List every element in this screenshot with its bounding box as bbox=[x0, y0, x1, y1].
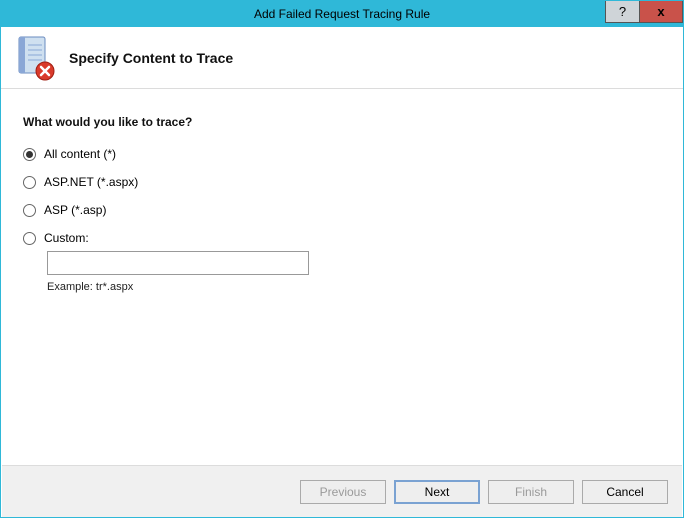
help-button[interactable]: ? bbox=[605, 1, 639, 23]
button-label: Previous bbox=[320, 485, 367, 499]
page-title: Specify Content to Trace bbox=[69, 50, 233, 66]
window-title: Add Failed Request Tracing Rule bbox=[1, 7, 683, 21]
close-button[interactable]: x bbox=[639, 1, 683, 23]
window-controls: ? x bbox=[605, 1, 683, 23]
wizard-content: What would you like to trace? All conten… bbox=[1, 89, 683, 293]
button-label: Next bbox=[425, 485, 450, 499]
button-label: Finish bbox=[515, 485, 547, 499]
next-button[interactable]: Next bbox=[394, 480, 480, 504]
titlebar: Add Failed Request Tracing Rule ? x bbox=[1, 1, 683, 27]
wizard-footer: Previous Next Finish Cancel bbox=[2, 465, 682, 517]
help-icon: ? bbox=[619, 4, 626, 19]
finish-button: Finish bbox=[488, 480, 574, 504]
radio-icon bbox=[23, 232, 36, 245]
radio-label: All content (*) bbox=[44, 147, 116, 161]
previous-button: Previous bbox=[300, 480, 386, 504]
radio-label: ASP (*.asp) bbox=[44, 203, 106, 217]
example-label: Example: tr*.aspx bbox=[47, 281, 661, 293]
radio-label: ASP.NET (*.aspx) bbox=[44, 175, 138, 189]
radio-asp[interactable]: ASP (*.asp) bbox=[23, 203, 661, 217]
close-icon: x bbox=[657, 4, 664, 19]
radio-custom[interactable]: Custom: bbox=[23, 231, 661, 245]
prompt-label: What would you like to trace? bbox=[23, 115, 661, 129]
radio-icon bbox=[23, 204, 36, 217]
radio-aspnet[interactable]: ASP.NET (*.aspx) bbox=[23, 175, 661, 189]
custom-input[interactable] bbox=[47, 251, 309, 275]
wizard-icon bbox=[15, 35, 55, 81]
radio-icon bbox=[23, 176, 36, 189]
wizard-header: Specify Content to Trace bbox=[1, 27, 683, 89]
cancel-button[interactable]: Cancel bbox=[582, 480, 668, 504]
radio-icon bbox=[23, 148, 36, 161]
radio-label: Custom: bbox=[44, 231, 89, 245]
button-label: Cancel bbox=[606, 485, 643, 499]
radio-all-content[interactable]: All content (*) bbox=[23, 147, 661, 161]
